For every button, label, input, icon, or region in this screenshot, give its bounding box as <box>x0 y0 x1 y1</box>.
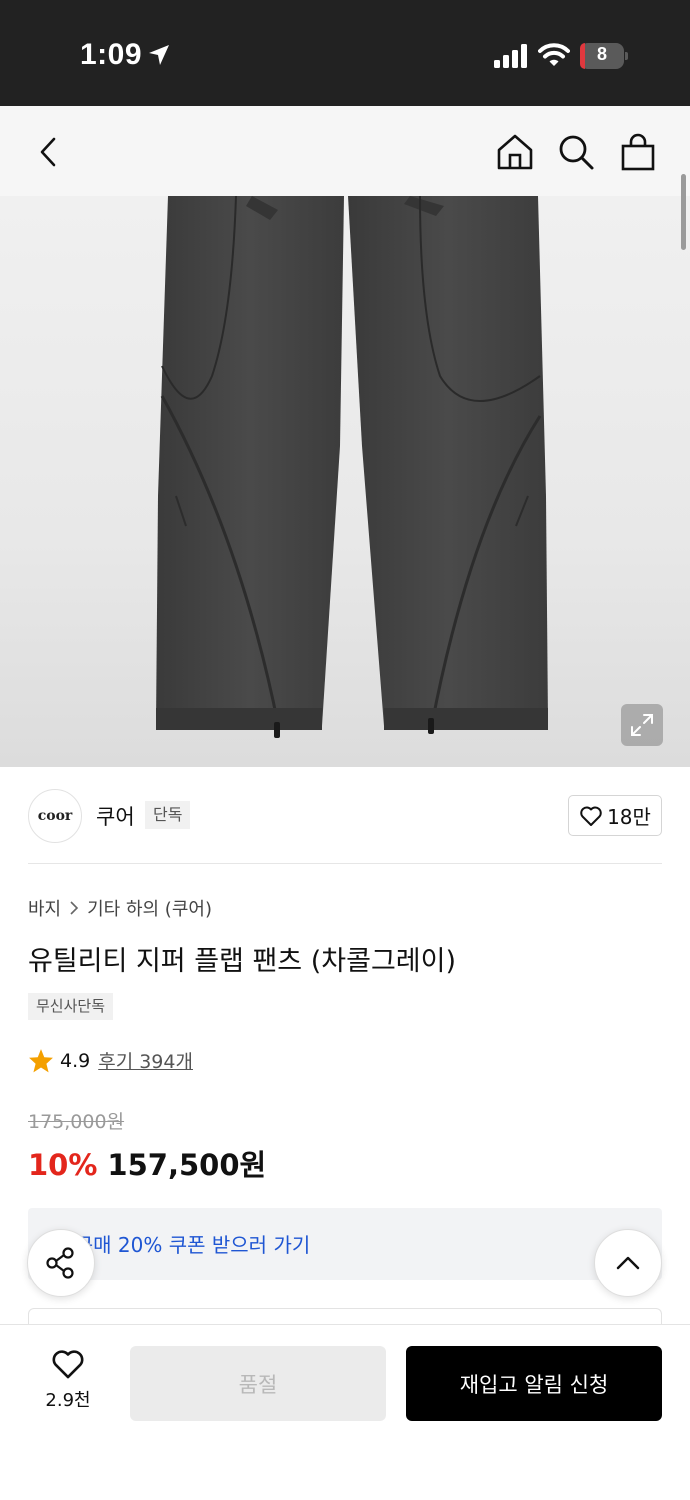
restock-alert-button[interactable]: 재입고 알림 신청 <box>406 1346 662 1421</box>
scrollbar[interactable] <box>681 174 686 250</box>
shopping-bag-icon[interactable] <box>616 130 660 174</box>
sale-price: 157,500원 <box>107 1148 267 1182</box>
rating: 4.9 후기 394개 <box>28 1047 193 1074</box>
battery-indicator: 8 <box>580 43 628 69</box>
product-image[interactable] <box>0 196 690 767</box>
chevron-up-icon <box>616 1256 640 1270</box>
status-time: 1:09 <box>80 38 143 71</box>
search-icon[interactable] <box>554 130 598 174</box>
breadcrumb-item[interactable]: 바지 <box>28 895 61 921</box>
home-icon[interactable] <box>493 130 537 174</box>
product-title: 유틸리티 지퍼 플랩 팬츠 (차콜그레이) <box>28 946 456 977</box>
expand-icon <box>631 714 653 736</box>
exclusive-tag: 단독 <box>145 801 191 829</box>
wish-count: 2.9천 <box>45 1390 91 1411</box>
brand-name[interactable]: 쿠어 <box>96 801 135 831</box>
location-arrow-icon <box>149 45 169 65</box>
brand-like-button[interactable]: 18만 <box>568 795 662 836</box>
brand-logo-text: coor <box>37 808 73 824</box>
chevron-right-icon <box>70 901 79 915</box>
store-exclusive-tag: 무신사단독 <box>28 993 114 1020</box>
breadcrumb-item[interactable]: 기타 하의 (쿠어) <box>87 895 212 921</box>
share-icon <box>46 1247 74 1279</box>
brand-like-count: 18만 <box>607 805 651 829</box>
back-icon[interactable] <box>26 130 70 174</box>
cellular-signal-icon <box>494 44 527 68</box>
heart-icon <box>52 1350 84 1379</box>
battery-level-text: 8 <box>596 44 607 64</box>
wish-button[interactable]: 2.9천 <box>28 1348 108 1418</box>
scroll-top-button[interactable] <box>594 1229 662 1297</box>
price-row: 10% 157,500원 <box>28 1142 266 1184</box>
star-icon <box>29 1049 53 1073</box>
expand-image-button[interactable] <box>621 704 663 746</box>
original-price: 175,000원 <box>28 1111 125 1133</box>
heart-icon <box>580 806 602 826</box>
brand-logo[interactable]: coor <box>28 789 82 843</box>
rating-value: 4.9 <box>60 1049 91 1072</box>
share-button[interactable] <box>27 1229 95 1297</box>
divider <box>28 863 662 864</box>
coupon-banner[interactable]: 첫 구매 20% 쿠폰 받으러 가기 <box>28 1208 662 1280</box>
review-link[interactable]: 후기 394개 <box>98 1047 193 1074</box>
pants-photo <box>156 196 548 738</box>
soldout-button: 품절 <box>130 1346 386 1421</box>
status-bar: 1:09 8 <box>0 0 690 106</box>
wifi-icon <box>538 43 570 66</box>
discount-rate: 10% <box>28 1148 98 1182</box>
breadcrumb: 바지 기타 하의 (쿠어) <box>28 895 212 921</box>
app-header <box>0 106 690 196</box>
